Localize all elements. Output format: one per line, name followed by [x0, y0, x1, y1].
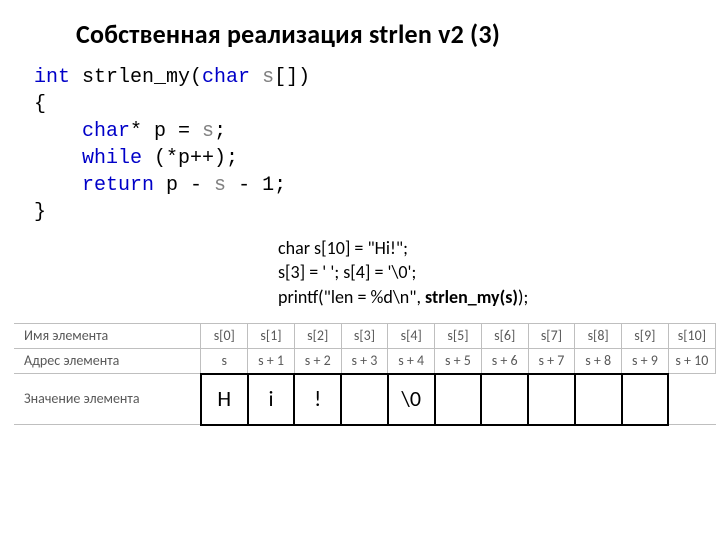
- cell-value: [435, 374, 482, 425]
- cell-value: [528, 374, 575, 425]
- code-text: - 1;: [226, 174, 286, 197]
- code-text: strlen_my(: [70, 66, 202, 89]
- code-block: int strlen_my(char s[]) { char* p = s; w…: [34, 64, 692, 226]
- cell-name: s[4]: [388, 323, 435, 348]
- code-text: []): [274, 66, 310, 89]
- cell-addr: s + 4: [388, 348, 435, 374]
- cell-value: [622, 374, 669, 425]
- ident-s: s: [214, 174, 226, 197]
- cell-addr: s + 5: [435, 348, 482, 374]
- cell-value: !: [294, 374, 341, 425]
- row-addrs: Адрес элемента s s + 1 s + 2 s + 3 s + 4…: [14, 348, 716, 374]
- cell-value: H: [201, 374, 248, 425]
- slide: Собственная реализация strlen v2 (3) int…: [0, 0, 720, 426]
- cell-name: s[0]: [201, 323, 248, 348]
- snippet-line: s[3] = ' '; s[4] = '\0';: [278, 261, 416, 283]
- slide-title: Собственная реализация strlen v2 (3): [76, 18, 692, 50]
- cell-name: s[5]: [435, 323, 482, 348]
- cell-name: s[9]: [622, 323, 669, 348]
- row-values: Значение элемента H i ! \0: [14, 374, 716, 425]
- snippet-line: char s[10] = "Hi!";: [278, 237, 408, 259]
- kw-char: char: [82, 120, 130, 143]
- code-text: (*p++);: [142, 147, 238, 170]
- code-text: }: [34, 201, 46, 224]
- cell-addr: s + 1: [248, 348, 295, 374]
- kw-int: int: [34, 66, 70, 89]
- code-text: [34, 174, 82, 197]
- ident-s: s: [202, 120, 214, 143]
- row-label: Значение элемента: [14, 374, 201, 425]
- kw-while: while: [82, 147, 142, 170]
- snippet-line: );: [518, 286, 528, 308]
- cell-addr: s + 3: [341, 348, 388, 374]
- code-text: * p =: [130, 120, 202, 143]
- snippet-call: strlen_my(s): [425, 286, 518, 308]
- cell-name: s[6]: [481, 323, 528, 348]
- cell-value: [481, 374, 528, 425]
- snippet-line: printf("len = %d\n",: [278, 286, 425, 308]
- row-label: Имя элемента: [14, 323, 201, 348]
- row-names: Имя элемента s[0] s[1] s[2] s[3] s[4] s[…: [14, 323, 716, 348]
- code-text: ;: [214, 120, 226, 143]
- cell-value: \0: [388, 374, 435, 425]
- cell-name: s[7]: [528, 323, 575, 348]
- kw-char: char: [202, 66, 250, 89]
- kw-return: return: [82, 174, 154, 197]
- cell-name: s[3]: [341, 323, 388, 348]
- cell-addr: s: [201, 348, 248, 374]
- cell-addr: s + 6: [481, 348, 528, 374]
- cell-value: i: [248, 374, 295, 425]
- cell-name: s[8]: [575, 323, 622, 348]
- memory-table: Имя элемента s[0] s[1] s[2] s[3] s[4] s[…: [14, 323, 716, 426]
- code-text: {: [34, 93, 46, 116]
- cell-name: s[2]: [294, 323, 341, 348]
- cell-value: [341, 374, 388, 425]
- cell-value-empty: [668, 374, 715, 425]
- cell-addr: s + 2: [294, 348, 341, 374]
- code-text: [34, 120, 82, 143]
- cell-name: s[1]: [248, 323, 295, 348]
- usage-snippet: char s[10] = "Hi!"; s[3] = ' '; s[4] = '…: [278, 236, 692, 309]
- cell-addr: s + 8: [575, 348, 622, 374]
- cell-name: s[10]: [668, 323, 715, 348]
- ident-s: s: [250, 66, 274, 89]
- row-label: Адрес элемента: [14, 348, 201, 374]
- cell-value: [575, 374, 622, 425]
- cell-addr: s + 7: [528, 348, 575, 374]
- cell-addr: s + 9: [622, 348, 669, 374]
- code-text: [34, 147, 82, 170]
- cell-addr: s + 10: [668, 348, 715, 374]
- code-text: p -: [154, 174, 214, 197]
